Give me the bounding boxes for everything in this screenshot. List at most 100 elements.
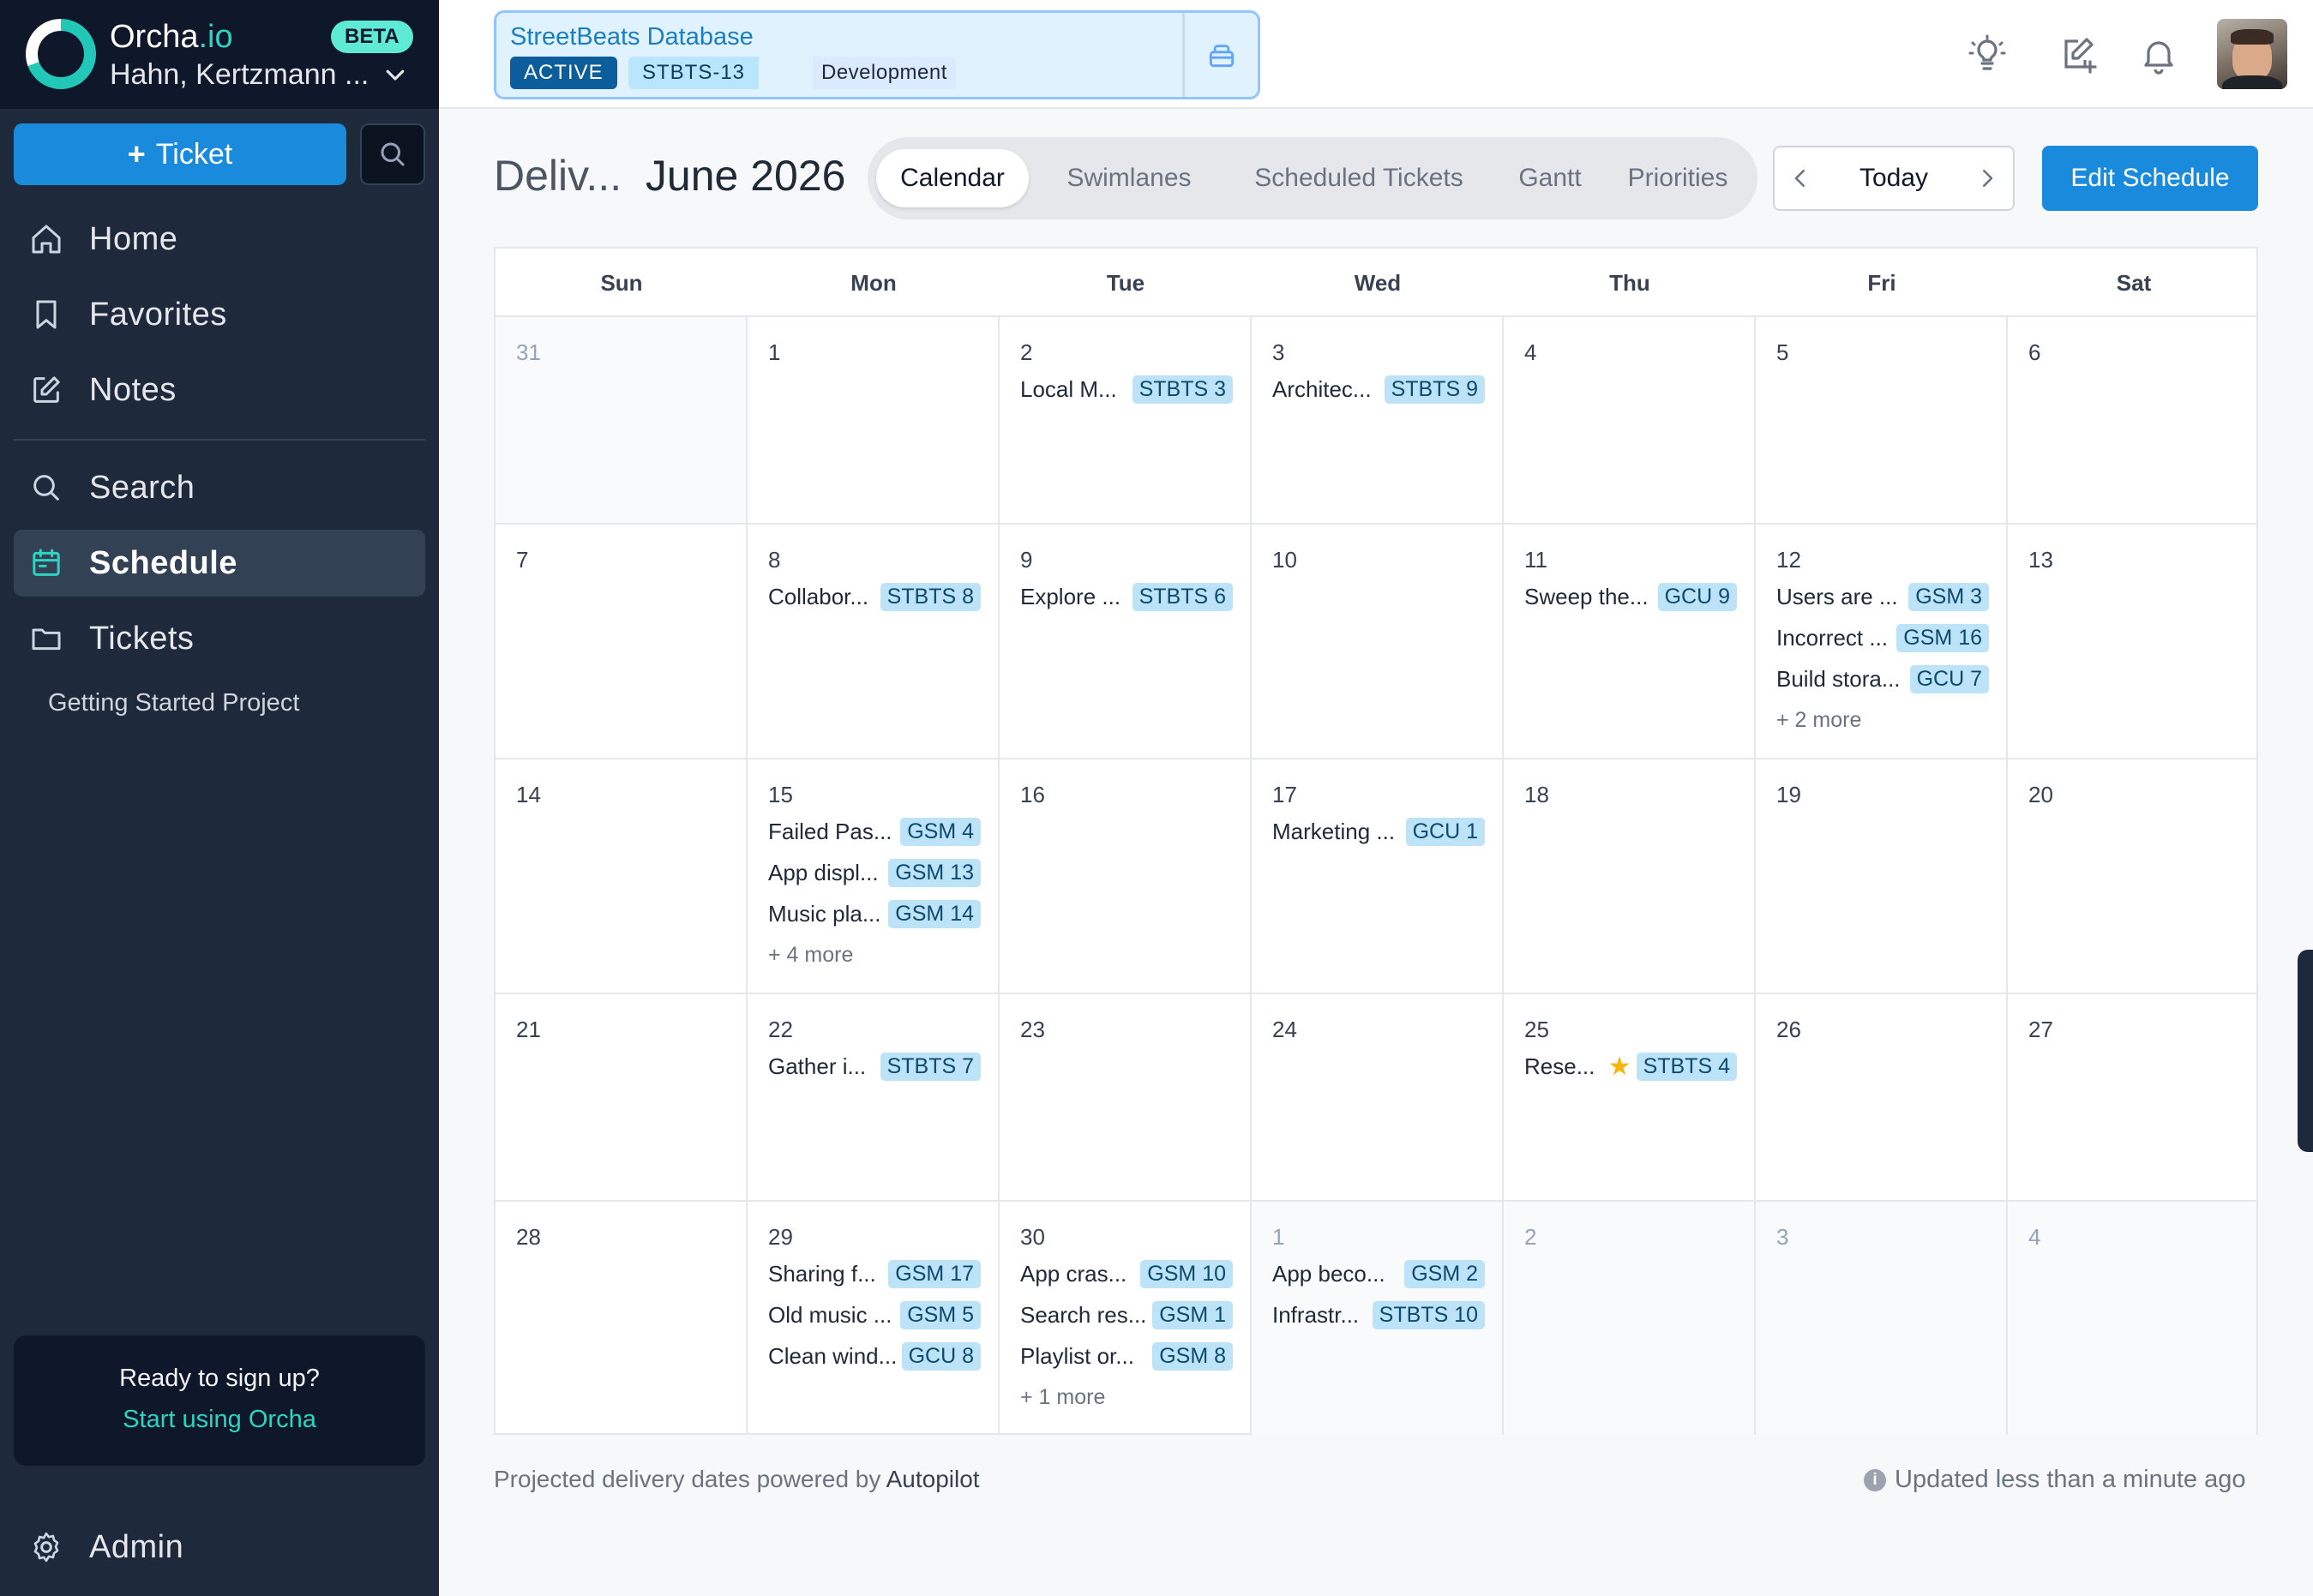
calendar-event[interactable]: Architec... STBTS 9 (1272, 372, 1485, 406)
calendar-day-cell[interactable]: 2 (1504, 1202, 1756, 1435)
calendar-event[interactable]: Incorrect ... GSM 16 (1776, 621, 1989, 655)
previous-month-button[interactable] (1775, 147, 1826, 209)
autopilot-link[interactable]: Autopilot (886, 1466, 980, 1492)
calendar-day-cell[interactable]: 3 Architec... STBTS 9 (1252, 317, 1504, 525)
calendar-event[interactable]: Gather i... STBTS 7 (768, 1049, 981, 1083)
calendar-day-cell[interactable]: 26 (1756, 994, 2008, 1202)
orcha-logo (26, 19, 96, 89)
calendar-day-cell[interactable]: 29 Sharing f... GSM 17 Old music ... GSM 5 Cl… (748, 1202, 1000, 1435)
sidebar-item-favorites[interactable]: Favorites (14, 281, 425, 348)
sidebar-item-search[interactable]: Search (14, 454, 425, 521)
project-lock-button[interactable] (1182, 13, 1258, 97)
tab-scheduled-tickets[interactable]: Scheduled Tickets (1226, 149, 1492, 207)
calendar-day-cell[interactable]: 4 (1504, 317, 1756, 525)
calendar-event[interactable]: Playlist or... GSM 8 (1020, 1339, 1233, 1373)
calendar-day-cell[interactable]: 30 App cras... GSM 10 Search res... GSM 1 Pla… (1000, 1202, 1252, 1435)
calendar-day-cell[interactable]: 13 (2008, 525, 2256, 759)
new-ticket-button[interactable]: + Ticket (14, 123, 346, 185)
calendar-event[interactable]: Old music ... GSM 5 (768, 1298, 981, 1332)
calendar-day-cell[interactable]: 28 (496, 1202, 748, 1435)
bell-icon[interactable] (2138, 34, 2179, 75)
calendar-event[interactable]: Music pla... GSM 14 (768, 897, 981, 931)
sidebar-item-schedule[interactable]: Schedule (14, 530, 425, 597)
ticket-key-badge: GSM 16 (1896, 623, 1989, 652)
sidebar-project-link[interactable]: Getting Started Project (48, 689, 299, 717)
calendar-event[interactable]: Users are ... GSM 3 (1776, 579, 1989, 614)
calendar-event[interactable]: Infrastr... STBTS 10 (1272, 1298, 1485, 1332)
ticket-key-badge: GSM 17 (888, 1259, 981, 1288)
calendar-event[interactable]: Collabor... STBTS 8 (768, 579, 981, 614)
signup-link[interactable]: Start using Orcha (14, 1406, 425, 1434)
tab-swimlanes[interactable]: Swimlanes (1039, 149, 1219, 207)
calendar-day-cell[interactable]: 2 Local M... STBTS 3 (1000, 317, 1252, 525)
calendar-day-cell[interactable]: 1 (748, 317, 1000, 525)
day-number: 27 (2028, 1017, 2053, 1042)
calendar-day-cell[interactable]: 20 (2008, 759, 2256, 994)
event-title: Music pla... (768, 900, 881, 927)
calendar-day-cell[interactable]: 3 (1756, 1202, 2008, 1435)
workspace-header[interactable]: Orcha.io BETA Hahn, Kertzmann ... (0, 0, 439, 109)
calendar-event[interactable]: Build stora... GCU 7 (1776, 662, 1989, 696)
project-name: StreetBeats Database (510, 23, 754, 51)
new-note-icon[interactable] (2058, 34, 2099, 75)
calendar-event[interactable]: Sweep the... GCU 9 (1524, 579, 1737, 614)
calendar-day-cell[interactable]: 25 Rese... ★ STBTS 4 (1504, 994, 1756, 1202)
calendar-day-cell[interactable]: 11 Sweep the... GCU 9 (1504, 525, 1756, 759)
lightbulb-icon[interactable] (1967, 34, 2008, 75)
calendar-day-cell[interactable]: 6 (2008, 317, 2256, 525)
user-avatar[interactable] (2217, 19, 2287, 89)
tab-calendar[interactable]: Calendar (876, 149, 1029, 207)
calendar-day-cell[interactable]: 22 Gather i... STBTS 7 (748, 994, 1000, 1202)
calendar-day-cell[interactable]: 23 (1000, 994, 1252, 1202)
side-panel-handle[interactable] (2298, 950, 2313, 1152)
calendar-event[interactable]: Sharing f... GSM 17 (768, 1257, 981, 1291)
tab-priorities[interactable]: Priorities (1607, 149, 1749, 207)
chevron-down-icon[interactable] (382, 62, 408, 87)
calendar-day-cell[interactable]: 15 Failed Pas... GSM 4 App displ... GSM 13 Mu… (748, 759, 1000, 994)
calendar-day-cell[interactable]: 8 Collabor... STBTS 8 (748, 525, 1000, 759)
day-number: 2 (1524, 1224, 1537, 1250)
calendar-day-cell[interactable]: 10 (1252, 525, 1504, 759)
day-number: 3 (1272, 339, 1285, 365)
calendar-day-cell[interactable]: 24 (1252, 994, 1504, 1202)
today-button[interactable]: Today (1826, 147, 1962, 209)
calendar-event[interactable]: App cras... GSM 10 (1020, 1257, 1233, 1291)
next-month-button[interactable] (1962, 147, 2013, 209)
calendar-day-cell[interactable]: 18 (1504, 759, 1756, 994)
calendar-day-cell[interactable]: 31 (496, 317, 748, 525)
project-selector[interactable]: StreetBeats Database ACTIVE STBTS-13 Dev… (494, 10, 1260, 99)
more-events-link[interactable]: + 2 more (1776, 708, 1861, 733)
ticket-key-badge: GSM 1 (1152, 1300, 1233, 1329)
calendar-day-cell[interactable]: 9 Explore ... STBTS 6 (1000, 525, 1252, 759)
calendar-event[interactable]: App beco... GSM 2 (1272, 1257, 1485, 1291)
tab-gantt[interactable]: Gantt (1499, 149, 1601, 207)
sidebar-search-button[interactable] (360, 123, 425, 185)
calendar-day-cell[interactable]: 21 (496, 994, 748, 1202)
calendar-event[interactable]: App displ... GSM 13 (768, 855, 981, 890)
calendar-event[interactable]: Local M... STBTS 3 (1020, 372, 1233, 406)
day-number: 20 (2028, 782, 2053, 807)
calendar-event[interactable]: Marketing ... GCU 1 (1272, 814, 1485, 849)
calendar-day-cell[interactable]: 4 (2008, 1202, 2256, 1435)
calendar-day-cell[interactable]: 27 (2008, 994, 2256, 1202)
sidebar-item-tickets[interactable]: Tickets (14, 605, 425, 672)
sidebar-item-home[interactable]: Home (14, 206, 425, 273)
calendar-day-cell[interactable]: 1 App beco... GSM 2 Infrastr... STBTS 10 (1252, 1202, 1504, 1435)
more-events-link[interactable]: + 4 more (768, 943, 853, 968)
calendar-event[interactable]: Explore ... STBTS 6 (1020, 579, 1233, 614)
calendar-day-cell[interactable]: 14 (496, 759, 748, 994)
calendar-day-cell[interactable]: 12 Users are ... GSM 3 Incorrect ... GSM 16 B… (1756, 525, 2008, 759)
sidebar-item-admin[interactable]: Admin (14, 1514, 425, 1581)
calendar-day-cell[interactable]: 16 (1000, 759, 1252, 994)
calendar-day-cell[interactable]: 7 (496, 525, 748, 759)
calendar-event[interactable]: Rese... ★ STBTS 4 (1524, 1049, 1737, 1083)
calendar-day-cell[interactable]: 5 (1756, 317, 2008, 525)
edit-schedule-button[interactable]: Edit Schedule (2042, 146, 2258, 211)
calendar-day-cell[interactable]: 19 (1756, 759, 2008, 994)
calendar-event[interactable]: Search res... GSM 1 (1020, 1298, 1233, 1332)
calendar-day-cell[interactable]: 17 Marketing ... GCU 1 (1252, 759, 1504, 994)
sidebar-item-notes[interactable]: Notes (14, 357, 425, 423)
calendar-event[interactable]: Failed Pas... GSM 4 (768, 814, 981, 849)
calendar-event[interactable]: Clean wind... GCU 8 (768, 1339, 981, 1373)
more-events-link[interactable]: + 1 more (1020, 1385, 1105, 1410)
